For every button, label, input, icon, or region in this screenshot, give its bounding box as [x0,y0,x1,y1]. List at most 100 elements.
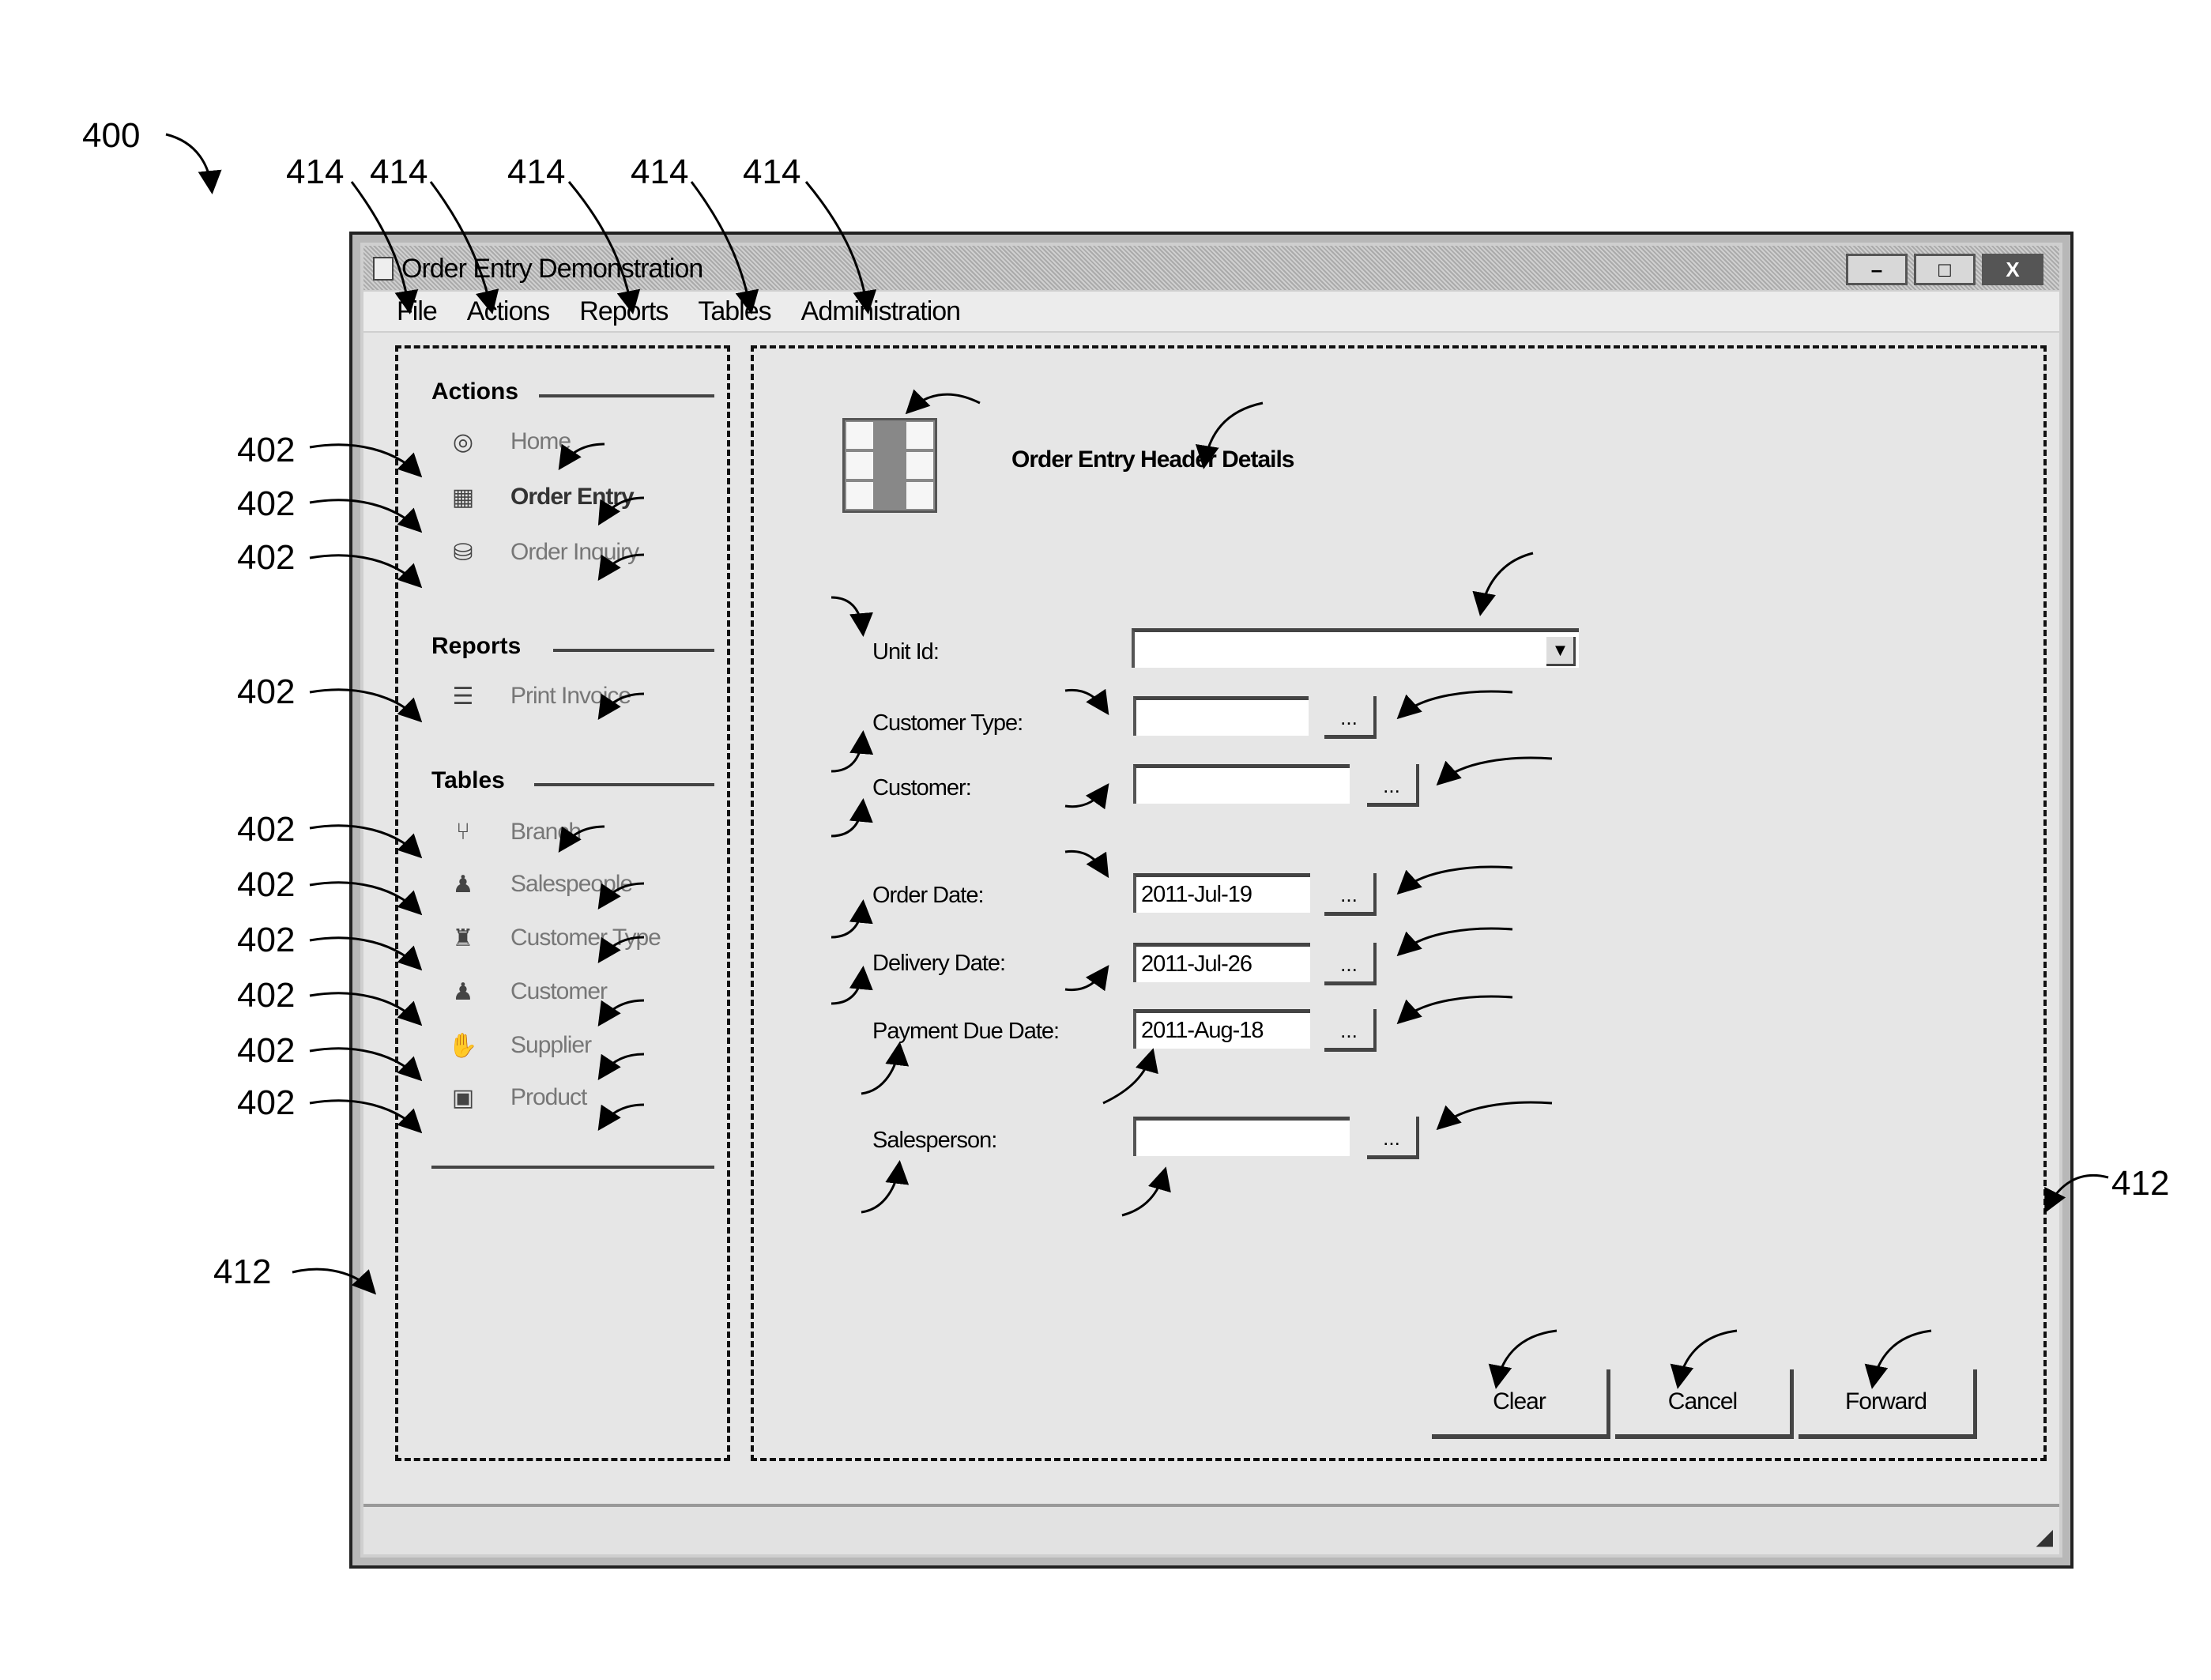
section-heading-tables: Tables [431,767,505,793]
main-panel: Order Entry Header Details Unit Id: ▼ Cu… [751,345,2047,1461]
ref-icon-supplier: 402 [237,1031,296,1070]
figure-number: 400 [82,116,141,155]
salesperson-lookup-button[interactable]: ... [1367,1117,1419,1159]
ref-menu-actions: 414 [370,153,428,191]
sidebar-item-label: Product [510,1084,587,1110]
sidebar-item-product[interactable]: ▣ Product [447,1080,588,1115]
customer-icon: ♟ [452,978,474,1005]
app-icon [373,257,394,281]
order-date-label: Order Date: [872,883,984,908]
sidebar-item-print-invoice[interactable]: ☰ Print Invoice [447,679,632,714]
section-heading-reports: Reports [431,633,522,659]
home-icon: ◎ [452,428,474,455]
ref-icon-order-inquiry: 402 [237,538,296,577]
sidebar-panel: Actions ◎ Home ▦ Order Entry ⛁ Order Inq… [395,345,730,1461]
customer-type-field[interactable] [1133,696,1309,736]
order-inquiry-icon: ⛁ [453,539,473,566]
client-area: Actions ◎ Home ▦ Order Entry ⛁ Order Inq… [363,333,2059,1504]
customer-type-label: Customer Type: [872,710,1023,736]
sidebar-item-label: Branch [510,819,582,845]
salespeople-icon: ♟ [452,871,474,898]
ref-menu-tables: 414 [631,153,689,191]
unit-id-dropdown[interactable]: ▼ [1132,628,1579,668]
ref-icon-salespeople: 402 [237,865,296,904]
customer-type-icon: ♜ [452,925,474,951]
form-title: Order Entry Header Details [1011,446,1294,473]
section-divider [553,649,714,652]
salesperson-label: Salesperson: [872,1128,997,1153]
ref-icon-customer-type: 402 [237,921,296,959]
section-divider [534,783,714,786]
customer-lookup-button[interactable]: ... [1367,764,1419,807]
payment-due-date-field[interactable]: 2011-Aug-18 [1133,1009,1310,1049]
sidebar-item-supplier[interactable]: ✋ Supplier [447,1028,592,1063]
order-date-picker-button[interactable]: ... [1324,873,1377,916]
customer-type-lookup-button[interactable]: ... [1324,696,1377,739]
ref-icon-order-entry: 402 [237,484,296,523]
sidebar-item-customer[interactable]: ♟ Customer [447,974,608,1009]
delivery-date-picker-button[interactable]: ... [1324,943,1377,985]
arrow-400 [165,133,222,194]
close-button[interactable]: X [1982,254,2043,285]
menu-actions[interactable]: Actions [467,296,550,327]
maximize-button[interactable]: □ [1914,254,1976,285]
order-date-field[interactable]: 2011-Jul-19 [1133,873,1310,913]
sidebar-item-label: Customer [510,978,608,1004]
ref-region-right: 412 [2111,1164,2170,1203]
sidebar-item-salespeople[interactable]: ♟ Salespeople [447,867,634,902]
menu-bar: File Actions Reports Tables Administrati… [363,292,2059,331]
section-divider [539,394,714,397]
ref-icon-print-invoice: 402 [237,672,296,711]
salesperson-field[interactable] [1133,1117,1350,1156]
branch-icon: ⑂ [456,819,470,845]
delivery-date-label: Delivery Date: [872,951,1006,976]
sidebar-item-order-inquiry[interactable]: ⛁ Order Inquiry [447,535,639,570]
ref-menu-file: 414 [286,153,345,191]
order-entry-icon: ▦ [451,484,475,510]
sidebar-item-label: Salespeople [510,871,633,897]
section-heading-actions: Actions [431,379,519,405]
ref-icon-home: 402 [237,431,296,469]
customer-field[interactable] [1133,764,1350,804]
ref-region-left: 412 [213,1252,272,1291]
sidebar-item-label: Supplier [510,1032,592,1058]
app-window: Order Entry Demonstration – □ X File Act… [349,232,2074,1569]
menu-administration[interactable]: Administration [801,296,961,327]
supplier-icon: ✋ [448,1032,478,1059]
window-title: Order Entry Demonstration [401,254,703,284]
menu-file[interactable]: File [397,296,438,327]
status-bar: ◢ [363,1504,2059,1554]
ref-menu-reports: 414 [507,153,566,191]
unit-id-label: Unit Id: [872,639,940,665]
clear-button[interactable]: Clear [1432,1369,1610,1439]
delivery-date-field[interactable]: 2011-Jul-26 [1133,943,1310,982]
payment-due-date-picker-button[interactable]: ... [1324,1009,1377,1052]
sidebar-item-label: Order Entry [510,484,635,510]
invoice-icon: ☰ [452,683,474,710]
product-icon: ▣ [451,1084,475,1111]
sidebar-item-branch[interactable]: ⑂ Branch [447,815,582,849]
cancel-button[interactable]: Cancel [1615,1369,1794,1439]
sidebar-item-order-entry[interactable]: ▦ Order Entry [447,480,635,514]
ref-icon-customer: 402 [237,976,296,1015]
sidebar-item-label: Home [510,428,571,454]
sidebar-item-label: Order Inquiry [510,539,639,565]
payment-due-date-label: Payment Due Date: [872,1019,1060,1044]
sidebar-item-label: Print Invoice [510,683,631,709]
menu-tables[interactable]: Tables [698,296,771,327]
customer-label: Customer: [872,775,972,800]
menu-reports[interactable]: Reports [579,296,669,327]
ref-icon-branch: 402 [237,810,296,849]
forward-button[interactable]: Forward [1799,1369,1977,1439]
order-grid-icon [842,418,937,513]
sidebar-item-label: Customer Type [510,925,661,951]
title-bar[interactable]: Order Entry Demonstration – □ X [363,246,2059,290]
ref-menu-admin: 414 [743,153,801,191]
minimize-button[interactable]: – [1846,254,1908,285]
ref-icon-product: 402 [237,1083,296,1122]
sidebar-item-home[interactable]: ◎ Home [447,424,571,459]
sidebar-item-customer-type[interactable]: ♜ Customer Type [447,921,661,955]
sidebar-bottom-divider [431,1166,714,1169]
chevron-down-icon[interactable]: ▼ [1546,637,1576,666]
resize-grip-icon[interactable]: ◢ [2036,1524,2053,1550]
